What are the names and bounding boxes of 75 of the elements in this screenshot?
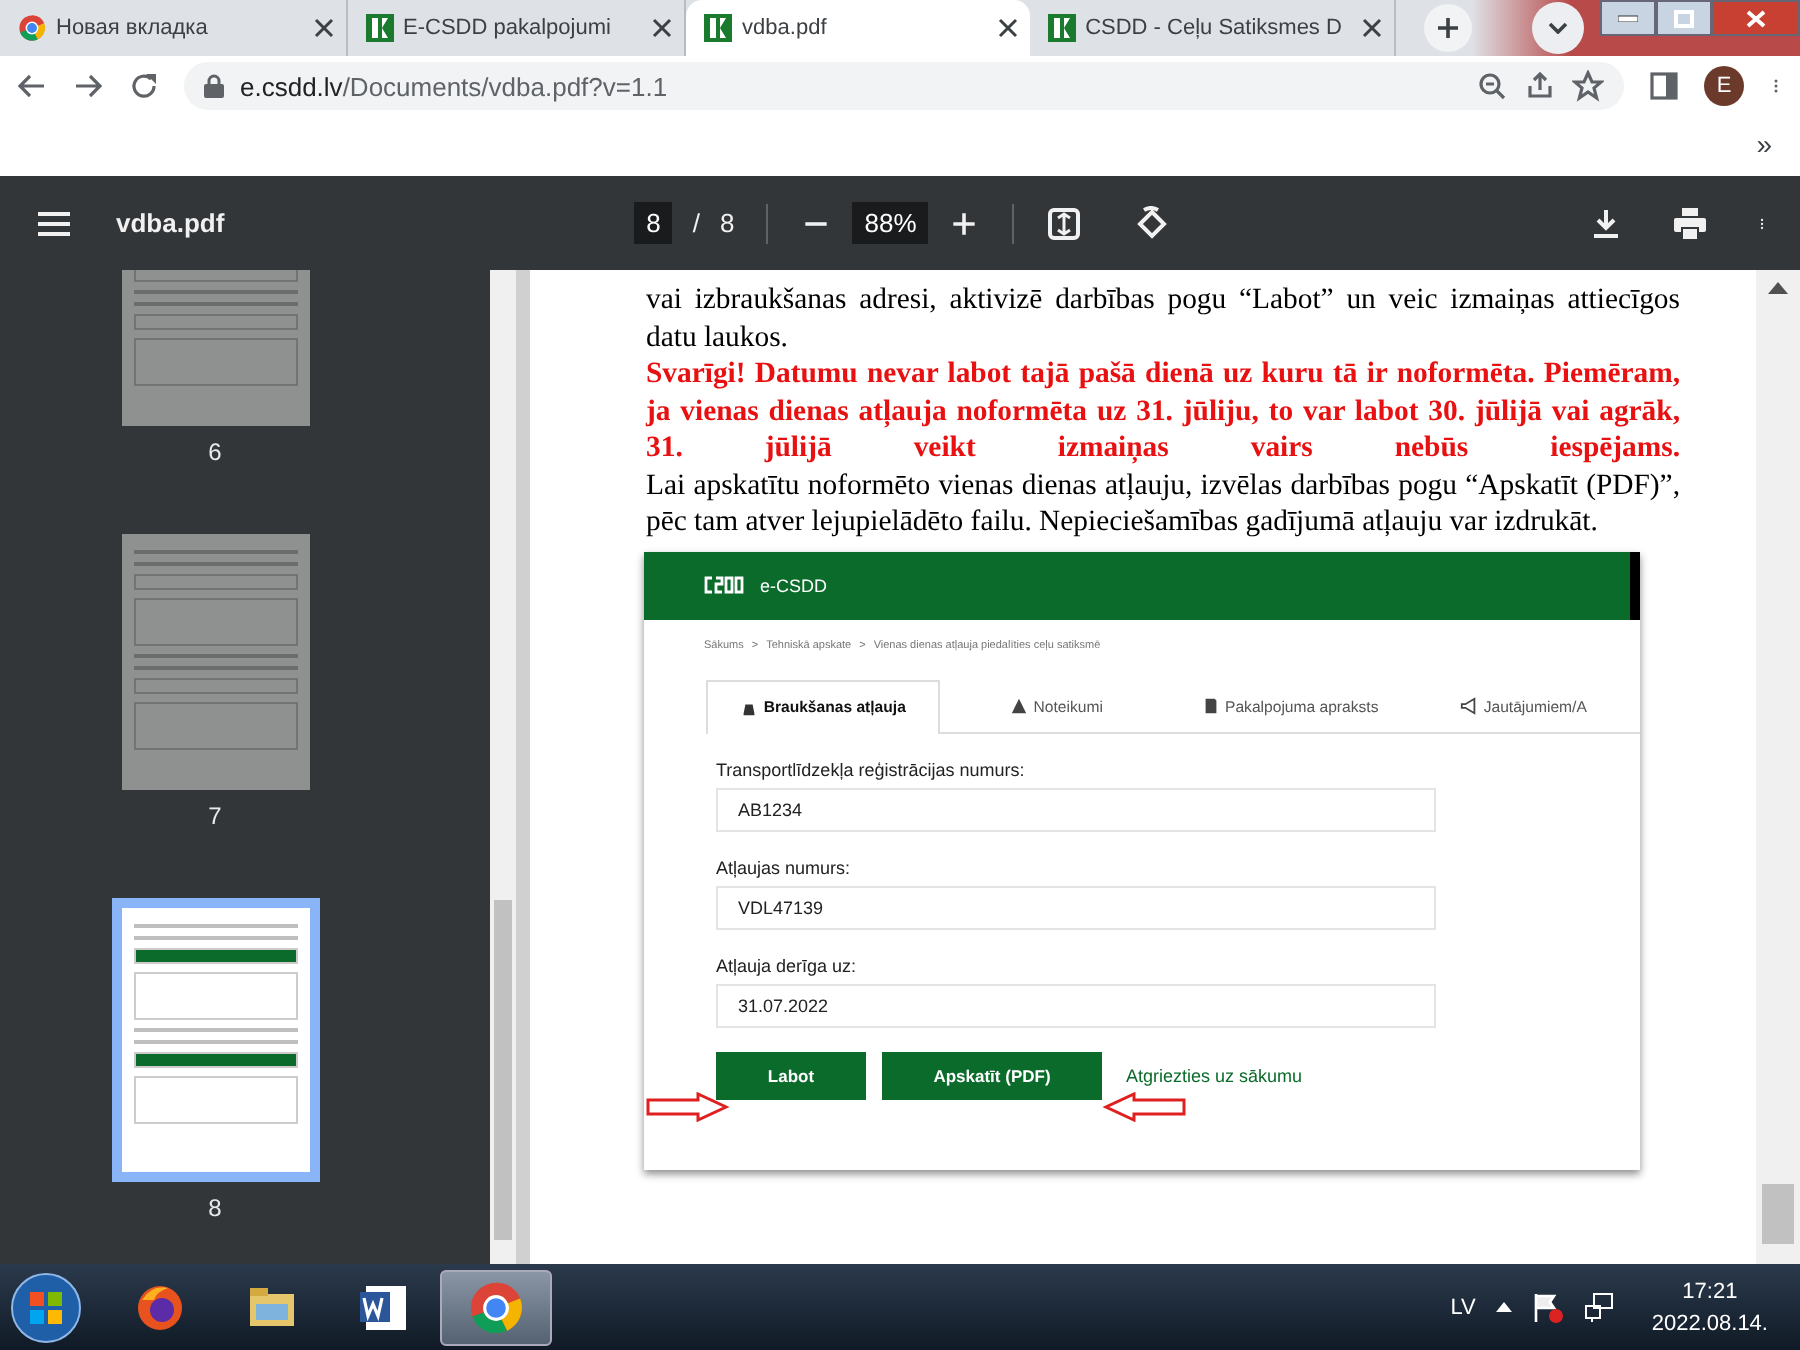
close-icon[interactable] <box>997 18 1018 38</box>
tab-search-button[interactable] <box>1531 2 1584 54</box>
thumbnail-scrollbar[interactable] <box>490 270 516 1264</box>
language-indicator[interactable]: LV <box>1450 1295 1476 1319</box>
page-separator: / <box>692 208 701 238</box>
lock-icon <box>204 74 224 98</box>
page-number: 7 <box>208 802 222 830</box>
input-field[interactable]: VDL47139 <box>716 885 1436 929</box>
tray-expand-icon[interactable] <box>1495 1302 1512 1312</box>
page-total: 8 <box>720 208 735 238</box>
input-field[interactable]: 31.07.2022 <box>716 983 1436 1027</box>
csdd-logo-icon <box>704 576 744 594</box>
share-icon[interactable] <box>1524 70 1556 102</box>
forward-icon[interactable] <box>72 70 104 102</box>
site-logo-icon <box>365 14 394 42</box>
action-button[interactable]: Apskatīt (PDF) <box>882 1051 1102 1099</box>
maximize-icon <box>1673 9 1694 27</box>
page-number: 6 <box>208 438 222 466</box>
zoom-out-icon[interactable] <box>1476 70 1508 102</box>
address-bar[interactable]: e.csdd.lv/Documents/vdba.pdf?v=1.1 <box>184 62 1624 110</box>
close-icon <box>1745 9 1766 27</box>
field-label: Transportlīdzekļa reģistrācijas numurs: <box>716 759 1027 779</box>
body-paragraph: Lai apskatītu noformēto vienas dienas atļauju, izvēlas darbības pogu “Apskatīt (PDF)”, pēc tam atver lejupielādēto failu. Nepieciešamības gadījumā atļauju var izdrukāt. <box>646 467 1680 541</box>
rotate-icon[interactable] <box>1134 205 1171 241</box>
minimize-button[interactable] <box>1599 0 1656 36</box>
chevron-icon <box>1547 22 1568 34</box>
new-tab-button[interactable] <box>1424 4 1472 52</box>
annotation-arrow <box>1102 1091 1186 1121</box>
warning-paragraph: Svarīgi! Datumu nevar labot tajā pašā dienā uz kuru tā ir noformēta. Piemēram, ja vienas dienas atļauja noformēta uz 31. jūliju, to var labot 30. jūlijā vai agrāk, 31. jūlijā veikt izmaiņas vairs nebūs iespējams. <box>646 356 1680 467</box>
input-field[interactable]: AB1234 <box>716 787 1436 831</box>
profile-avatar[interactable]: E <box>1704 66 1744 106</box>
back-link[interactable]: Atgriezties uz sākumu <box>1126 1065 1303 1085</box>
warning-icon <box>1009 696 1028 716</box>
close-button[interactable] <box>1711 0 1800 36</box>
browser-tab[interactable]: vdba.pdf <box>686 0 1030 56</box>
action-button[interactable]: Labot <box>716 1051 866 1099</box>
page-number: 8 <box>208 1194 222 1222</box>
plus-icon <box>1436 16 1461 40</box>
page-number-field[interactable]: 8 <box>634 202 673 244</box>
network-icon[interactable] <box>1583 1291 1616 1323</box>
maximize-button[interactable] <box>1655 0 1712 36</box>
print-icon[interactable] <box>1672 205 1708 241</box>
side-panel-icon[interactable] <box>1648 70 1680 102</box>
site-logo-icon <box>704 14 733 42</box>
page-thumbnail[interactable] <box>111 898 319 1182</box>
page-thumbnail[interactable] <box>121 534 309 790</box>
close-icon[interactable] <box>1362 18 1383 38</box>
download-icon[interactable] <box>1588 205 1624 241</box>
clock-time[interactable]: 17:21 <box>1682 1275 1738 1307</box>
start-button[interactable] <box>8 1269 84 1345</box>
megaphone-icon <box>1459 696 1478 716</box>
url-text: e.csdd.lv/Documents/vdba.pdf?v=1.1 <box>240 71 668 101</box>
document-icon <box>1201 696 1220 716</box>
site-brand: e-CSDD <box>760 575 828 595</box>
star-icon[interactable] <box>1572 70 1604 102</box>
site-logo-icon <box>1047 14 1076 42</box>
field-label: Atļaujas numurs: <box>716 857 853 877</box>
scroll-up-icon[interactable] <box>1768 282 1788 294</box>
document-title: vdba.pdf <box>116 208 225 238</box>
close-icon[interactable] <box>652 18 673 38</box>
back-icon[interactable] <box>16 70 48 102</box>
bookmarks-overflow[interactable]: » <box>1756 128 1772 160</box>
browser-icon <box>18 14 46 42</box>
clock-date[interactable]: 2022.08.14. <box>1651 1307 1768 1339</box>
minimize-icon <box>1617 14 1638 22</box>
body-paragraph: vai izbraukšanas adresi, aktivizē darbības pogu “Labot” un veic izmaiņas attiecīgos datu laukos. <box>646 282 1680 356</box>
document-scrollbar[interactable] <box>1756 270 1800 1264</box>
scrollbar-thumb[interactable] <box>1762 1184 1794 1244</box>
field-label: Atļauja derīga uz: <box>716 955 859 975</box>
reload-icon[interactable] <box>128 70 160 102</box>
close-icon[interactable] <box>313 18 334 38</box>
flag-icon[interactable] <box>1531 1291 1564 1323</box>
chrome-icon <box>468 1279 524 1335</box>
fit-page-icon[interactable] <box>1046 205 1083 241</box>
zoom-field[interactable]: 88% <box>852 202 929 244</box>
